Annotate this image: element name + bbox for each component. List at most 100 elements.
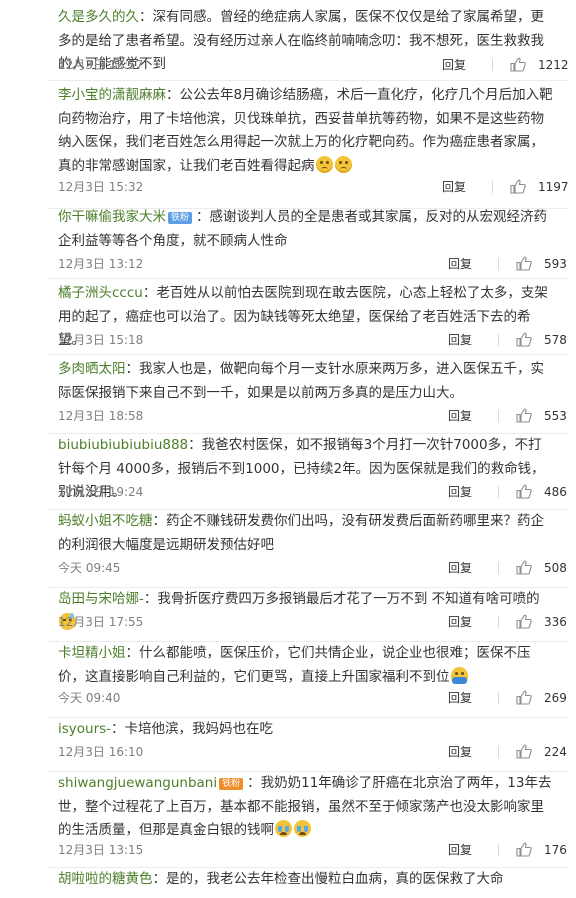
reply-button[interactable]: 回复 (442, 177, 466, 197)
thumbs-up-icon (516, 484, 532, 499)
thumbs-up-icon (516, 842, 532, 857)
comment-username[interactable]: 卡坦精小姐 (58, 645, 126, 661)
reply-button[interactable]: 回复 (448, 688, 472, 708)
comment-body: ：是的，我老公去年检查出慢粒白血病，真的医保救了大命 (152, 871, 504, 887)
reply-button[interactable]: 回复 (448, 406, 472, 426)
action-divider (498, 616, 499, 628)
comment-item: 蚂蚁小姐不吃糖：药企不赚钱研发费你们出吗，没有研发费后面新药哪里来？药企的利润很… (48, 510, 568, 588)
comment-username[interactable]: 蚂蚁小姐不吃糖 (58, 513, 153, 529)
comment-item: isyours-：卡培他滨，我妈妈也在吃 12月3日 16:10 回复 224 (48, 718, 568, 772)
comment-item: 你干嘛偷我家大米 铁粉 ：感谢谈判人员的全是患者或其家属，反对的从宏观经济药企利益等… (48, 206, 568, 279)
comment-text: shiwangjuewangunbani 铁粉 ：我奶奶11年确诊了肝癌在北京治了两… (58, 772, 554, 843)
action-divider (498, 692, 499, 704)
action-divider (498, 562, 499, 574)
comment-item: shiwangjuewangunbani 铁粉 ：我奶奶11年确诊了肝癌在北京治了两… (48, 772, 568, 868)
comment-username[interactable]: 李小宝的潇靓麻麻 (58, 87, 166, 103)
comment-item: 李小宝的潇靓麻麻：公公去年8月确诊结肠癌，术后一直化疗，化疗几个月后加入靶向药物… (48, 84, 569, 209)
comment-meta: 12月3日 15:18 回复 578 (58, 330, 567, 350)
like-count: 269 (544, 691, 567, 705)
comment-timestamp: 12月3日 13:12 (58, 257, 144, 271)
comment-text: isyours-：卡培他滨，我妈妈也在吃 (58, 718, 554, 742)
comment-username[interactable]: 胡啦啦的糖黄色 (58, 871, 153, 887)
fan-badge: 铁粉 (219, 778, 244, 790)
comment-timestamp: 今天 09:45 (58, 561, 121, 575)
comment-username[interactable]: shiwangjuewangunbani (58, 775, 217, 791)
thumbs-up-icon (510, 57, 526, 72)
action-divider (498, 334, 499, 346)
comment-timestamp: 12月3日 12:57 (58, 58, 144, 72)
comment-text: 蚂蚁小姐不吃糖：药企不赚钱研发费你们出吗，没有研发费后面新药哪里来？药企的利润很… (58, 510, 554, 557)
comment-body: ：卡培他滨，我妈妈也在吃 (111, 721, 274, 737)
comment-meta: 12月3日 18:58 回复 553 (58, 406, 567, 426)
reply-button[interactable]: 回复 (448, 330, 472, 350)
action-divider (492, 181, 493, 193)
like-count: 486 (544, 485, 567, 499)
reply-button[interactable]: 回复 (448, 254, 472, 274)
comment-meta: 今天 09:45 回复 508 (58, 558, 567, 578)
thumbs-up-icon (510, 179, 526, 194)
action-divider (492, 59, 493, 71)
comment-timestamp: 12月3日 15:32 (58, 180, 144, 194)
thumbs-up-icon (516, 614, 532, 629)
hands-emoji-icon (450, 666, 468, 684)
action-divider (498, 410, 499, 422)
sad-emoji-icon (315, 155, 333, 173)
comment-item: 久是多久的久：深有同感。曾经的绝症病人家属，医保不仅仅是给了家属希望，更多的是给… (48, 6, 569, 81)
comment-timestamp: 12月3日 18:58 (58, 409, 144, 423)
comment-username[interactable]: 岛田与宋哈娜- (58, 591, 144, 607)
comment-text: 胡啦啦的糖黄色：是的，我老公去年检查出慢粒白血病，真的医保救了大命 (58, 868, 554, 892)
thumbs-up-icon (516, 744, 532, 759)
like-count: 508 (544, 561, 567, 575)
thumbs-up-icon (516, 332, 532, 347)
comment-body: ：我骨折医疗费四万多报销最后才花了一万不到 不知道有啥可喷的 (143, 591, 540, 607)
thumbs-up-icon (516, 408, 532, 423)
comment-meta: 今天 09:40 回复 269 (58, 688, 567, 708)
action-divider (498, 746, 499, 758)
comment-timestamp: 12月3日 19:24 (58, 485, 144, 499)
comment-username[interactable]: biubiubiubiubiu888 (58, 437, 188, 453)
comment-timestamp: 12月3日 15:18 (58, 333, 144, 347)
comment-username[interactable]: 你干嘛偷我家大米 (58, 209, 166, 225)
reply-button[interactable]: 回复 (448, 482, 472, 502)
like-count: 593 (544, 257, 567, 271)
comment-item: 卡坦精小姐：什么都能喷，医保压价，它们共情企业，说企业也很难；医保不压价，这直接… (48, 642, 568, 718)
comment-meta: 12月3日 13:12 回复 593 (58, 254, 567, 274)
thumbs-up-icon (516, 256, 532, 271)
comment-item: 橘子洲头cccu：老百姓从以前怕去医院到现在敢去医院，心态上轻松了太多，支架用的… (48, 282, 568, 355)
reply-button[interactable]: 回复 (448, 612, 472, 632)
comment-username[interactable]: 橘子洲头cccu (58, 285, 143, 301)
like-count: 1197 (538, 180, 569, 194)
like-count: 176 (544, 843, 567, 857)
comment-timestamp: 12月3日 13:15 (58, 843, 144, 857)
comment-meta: 12月3日 15:32 回复 1197 (58, 177, 569, 197)
thumbs-up-icon (516, 560, 532, 575)
comment-timestamp: 12月3日 16:10 (58, 745, 144, 759)
reply-button[interactable]: 回复 (442, 55, 466, 75)
action-divider (498, 486, 499, 498)
comment-meta: 12月3日 16:10 回复 224 (58, 742, 567, 762)
comment-text: 李小宝的潇靓麻麻：公公去年8月确诊结肠癌，术后一直化疗，化疗几个月后加入靶向药物… (58, 84, 554, 178)
cry-emoji-icon (275, 820, 292, 837)
reply-button[interactable]: 回复 (448, 742, 472, 762)
comment-item: 多肉晒太阳：我家人也是，做靶向每个月一支针水原来两万多，进入医保五千，实际医保报… (48, 358, 568, 434)
comment-timestamp: 12月3日 17:55 (58, 615, 144, 629)
comment-body: ：我家人也是，做靶向每个月一支针水原来两万多，进入医保五千，实际医保报销下来自己… (58, 361, 544, 401)
comment-timestamp: 今天 09:40 (58, 691, 121, 705)
sad-emoji-icon (334, 155, 352, 173)
cry-emoji-icon (294, 820, 311, 837)
like-count: 1212 (538, 58, 569, 72)
fan-badge: 铁粉 (168, 212, 193, 224)
comment-username[interactable]: isyours- (58, 721, 111, 737)
comment-item: biubiubiubiubiu888：我爸农村医保，如不报销每3个月打一次针70… (48, 434, 568, 510)
like-count: 336 (544, 615, 567, 629)
reply-button[interactable]: 回复 (448, 558, 472, 578)
reply-button[interactable]: 回复 (448, 840, 472, 860)
comment-meta: 12月3日 17:55 回复 336 (58, 612, 567, 632)
comment-text: 你干嘛偷我家大米 铁粉 ：感谢谈判人员的全是患者或其家属，反对的从宏观经济药企利益等… (58, 206, 554, 253)
like-count: 578 (544, 333, 567, 347)
comment-text: 多肉晒太阳：我家人也是，做靶向每个月一支针水原来两万多，进入医保五千，实际医保报… (58, 358, 554, 405)
comment-meta: 12月3日 19:24 回复 486 (58, 482, 567, 502)
thumbs-up-icon (516, 690, 532, 705)
comment-username[interactable]: 久是多久的久 (58, 9, 139, 25)
comment-username[interactable]: 多肉晒太阳 (58, 361, 126, 377)
